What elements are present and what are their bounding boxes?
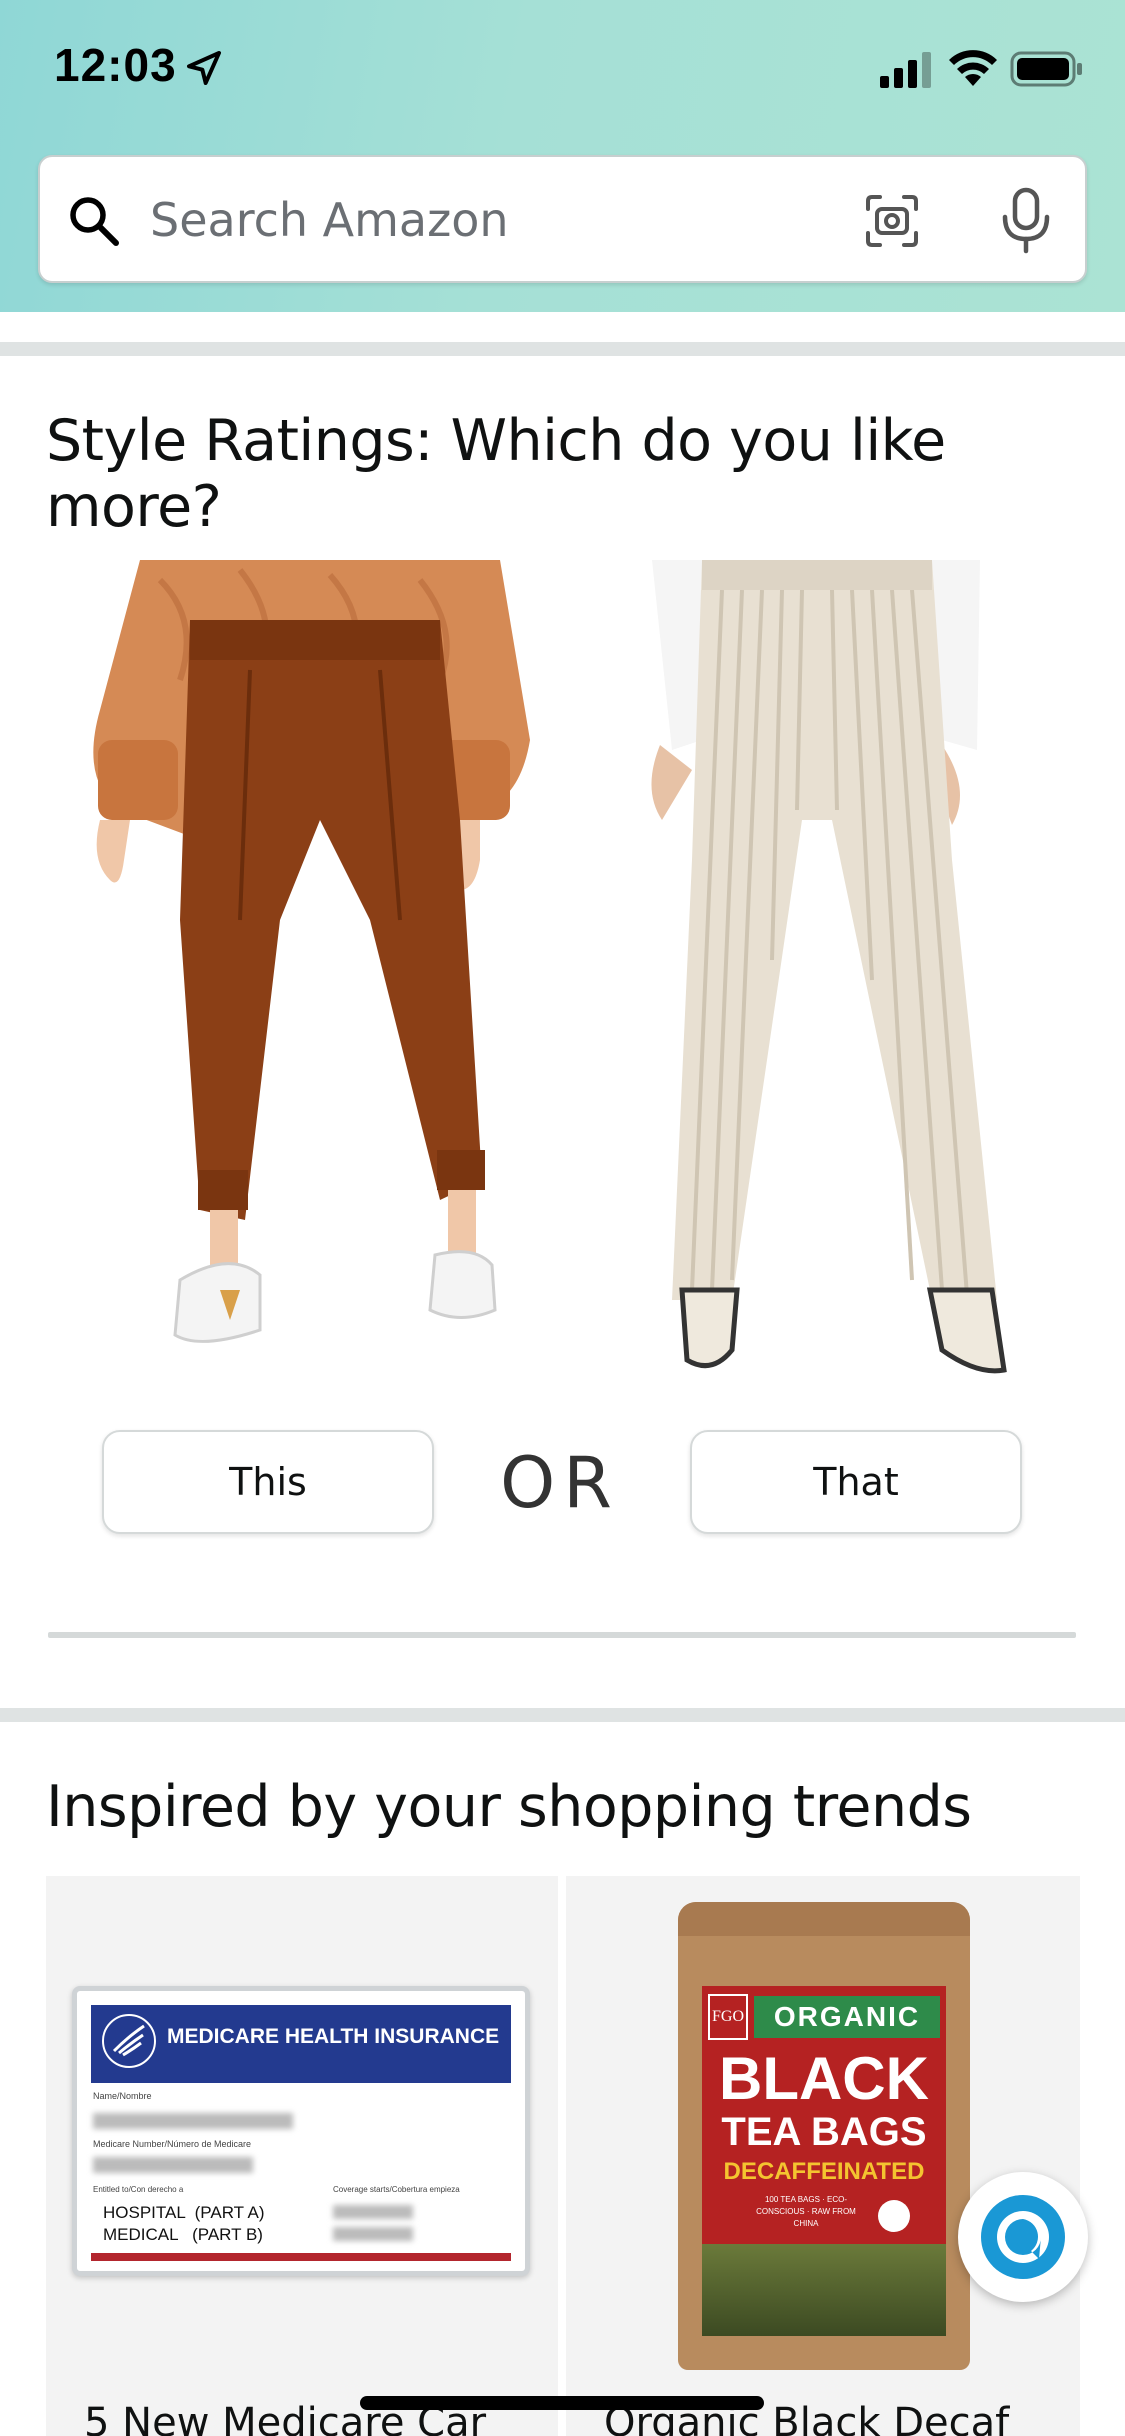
that-button[interactable]: That: [690, 1430, 1022, 1534]
this-button[interactable]: This: [102, 1430, 434, 1534]
brown-trousers-image[interactable]: [80, 560, 530, 1390]
battery-icon: [1010, 51, 1082, 87]
medicare-card-header: MEDICARE HEALTH INSURANCE: [167, 2025, 500, 2048]
home-indicator[interactable]: [360, 2396, 764, 2410]
wifi-icon: [949, 50, 997, 86]
medicare-card-line1: HOSPITAL (PART A): [103, 2203, 265, 2222]
or-label: OR: [500, 1442, 620, 1524]
tea-bag-decaf: DECAFFEINATED: [723, 2158, 925, 2185]
tea-bag-black: BLACK: [719, 2045, 929, 2112]
search-bar[interactable]: [38, 155, 1087, 283]
medicare-card-line2: MEDICAL (PART B): [103, 2225, 263, 2244]
medicare-card-coverage-label: Coverage starts/Cobertura empieza: [333, 2185, 460, 2194]
tea-bag-image: FGO ORGANIC BLACK TEA BAGS DECAFFEINATED…: [678, 1902, 970, 2370]
tea-bag-small-print: 100 TEA BAGS · ECO-CONSCIOUS · RAW FROM …: [756, 2195, 856, 2228]
card-divider: [48, 1632, 1076, 1638]
tea-bag-brand: FGO: [708, 1994, 748, 2040]
app-header: 12:03: [0, 0, 1125, 312]
microphone-icon[interactable]: [998, 187, 1054, 255]
medicare-card-number-label: Medicare Number/Número de Medicare: [93, 2139, 252, 2149]
section-divider: [0, 342, 1125, 356]
alexa-button[interactable]: [958, 2172, 1088, 2302]
search-icon[interactable]: [66, 193, 122, 249]
search-input[interactable]: [150, 185, 850, 255]
style-ratings-title: Style Ratings: Which do you like more?: [46, 408, 946, 540]
alexa-icon: [981, 2195, 1065, 2279]
signal-icon: [880, 52, 931, 88]
location-arrow-icon: [187, 51, 221, 85]
tea-bag-teabags: TEA BAGS: [721, 2110, 927, 2154]
status-time: 12:03: [54, 39, 177, 91]
section-divider: [0, 1708, 1125, 1722]
cream-ribbed-pants-image[interactable]: [632, 560, 1012, 1400]
inspired-title: Inspired by your shopping trends: [46, 1774, 972, 1840]
product-tile-medicare[interactable]: MEDICARE HEALTH INSURANCE Name/Nombre Me…: [46, 1876, 558, 2436]
product-tile-tea[interactable]: FGO ORGANIC BLACK TEA BAGS DECAFFEINATED…: [566, 1876, 1080, 2436]
status-bar: 12:03: [0, 0, 1125, 135]
camera-icon[interactable]: [862, 191, 922, 251]
medicare-card-entitled-label: Entitled to/Con derecho a: [93, 2185, 184, 2194]
eagle-logo-icon: [102, 2014, 156, 2068]
medicare-card-image: MEDICARE HEALTH INSURANCE Name/Nombre Me…: [72, 1986, 530, 2276]
medicare-card-name-label: Name/Nombre: [93, 2091, 152, 2101]
tea-bag-organic: ORGANIC: [754, 1996, 940, 2038]
